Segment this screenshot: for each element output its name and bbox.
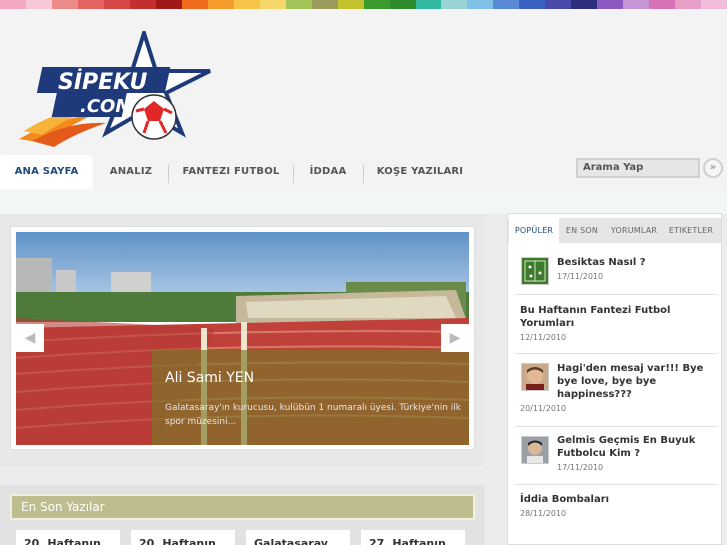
color-strip-segment [0,0,26,9]
popular-post[interactable]: Hagi'den mesaj var!!! Bye bye love, bye … [520,362,717,413]
latest-post-card[interactable]: 20. Haftanın [131,530,235,545]
latest-posts-header: En Son Yazılar [10,494,475,520]
color-strip-segment [103,0,130,9]
slide-title[interactable]: Ali Sami YEN [165,370,254,386]
color-strip-segment [25,0,52,9]
tab-tags[interactable]: ETIKETLER [664,218,718,243]
nav-tab-home[interactable]: ANA SAYFA [0,155,93,189]
color-strip-segment [675,0,702,9]
popular-post[interactable]: Bu Haftanın Fantezi Futbol Yorumları 12/… [520,304,716,342]
color-strip-segment [51,0,78,9]
post-date: 20/11/2010 [520,404,567,413]
color-strip-segment [623,0,650,9]
popular-post[interactable]: Besiktas Nasıl ? 17/11/2010 [557,256,717,281]
post-thumbnail[interactable] [521,363,549,391]
nav-tab-fantasy-football[interactable]: FANTEZI FUTBOL [172,155,290,189]
slide-excerpt: Galatasaray'ın kurucusu, kulübün 1 numar… [165,403,462,427]
search-input[interactable]: Arama Yap [576,158,700,178]
color-strip-segment [233,0,260,9]
color-strip-segment [207,0,234,9]
color-strip-segment [285,0,312,9]
post-title[interactable]: Bu Haftanın Fantezi Futbol Yorumları [520,304,716,330]
color-strip-segment [701,0,727,9]
tab-latest[interactable]: EN SON [561,218,603,243]
nav-separator [293,165,294,183]
tab-popular[interactable]: POPÜLER [509,218,559,243]
search-button[interactable]: » [703,158,723,178]
site-logo[interactable]: SİPEKU .COM [14,26,214,151]
color-strip-segment [493,0,520,9]
color-strip-segment [259,0,286,9]
tab-comments[interactable]: YORUMLAR [606,218,662,243]
nav-tab-betting[interactable]: İDDAA [296,155,360,189]
popular-post[interactable]: Gelmis Geçmis En Buyuk Futbolcu Kim ? 17… [557,434,717,472]
latest-post-card[interactable]: Galatasaray [246,530,350,545]
post-title[interactable]: Hagi'den mesaj var!!! Bye bye love, bye … [557,362,717,401]
nav-separator [168,165,169,183]
color-strip-segment [337,0,364,9]
post-divider [515,484,718,485]
color-strip-segment [597,0,624,9]
post-thumbnail[interactable] [521,257,549,285]
slider-prev-button[interactable]: ◀ [16,324,44,352]
latest-post-card[interactable]: 20. Haftanın [16,530,120,545]
nav-tab-columns[interactable]: KOŞE YAZILARI [366,155,474,189]
color-strip-segment [129,0,156,9]
post-divider [515,353,718,354]
slide-caption [152,350,469,445]
color-strip-segment [363,0,390,9]
post-date: 12/11/2010 [520,333,567,342]
post-title[interactable]: Besiktas Nasıl ? [557,256,717,269]
color-strip-segment [519,0,546,9]
site-header: SİPEKU .COM [0,9,727,155]
nav-tab-analysis[interactable]: ANALIZ [97,155,165,189]
color-strip-segment [441,0,468,9]
post-title[interactable]: İddia Bombaları [520,493,716,506]
color-strip-segment [545,0,572,9]
post-date: 17/11/2010 [557,272,604,281]
latest-post-card[interactable]: 27. Haftanın [361,530,465,545]
post-title[interactable]: Gelmis Geçmis En Buyuk Futbolcu Kim ? [557,434,717,460]
post-divider [515,426,718,427]
post-date: 28/11/2010 [520,509,567,518]
logo-domain: .COM [80,96,133,117]
popular-post[interactable]: İddia Bombaları 28/11/2010 [520,493,716,518]
color-strip-segment [649,0,676,9]
color-strip-segment [415,0,442,9]
color-strip-segment [389,0,416,9]
post-date: 17/11/2010 [557,463,604,472]
slider-next-button[interactable]: ▶ [441,324,469,352]
post-divider [515,294,718,295]
color-strip-segment [77,0,104,9]
color-strip-segment [155,0,182,9]
nav-separator [363,165,364,183]
color-strip-segment [571,0,598,9]
color-strip [0,0,727,9]
logo-text: SİPEKU [58,69,147,95]
content-top-band [0,189,727,214]
color-strip-segment [181,0,208,9]
color-strip-segment [311,0,338,9]
post-thumbnail[interactable] [521,436,549,464]
color-strip-segment [467,0,494,9]
